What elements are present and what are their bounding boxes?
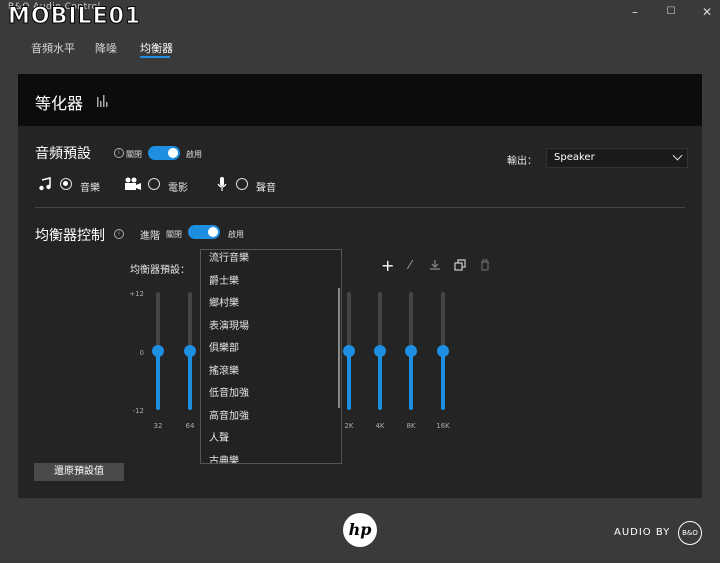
radio-voice[interactable]: [236, 178, 248, 190]
axis-label-mid: 0: [139, 349, 144, 357]
equalizer-panel: 等化器 音頻預設 i 關閉 啟用 輸出： Speaker 音樂 電影 聲音 均衡…: [18, 74, 702, 498]
slider-thumb[interactable]: [184, 345, 196, 357]
eq-toggle-off-label: 關閉: [166, 230, 182, 239]
eq-advanced-toggle[interactable]: [188, 225, 220, 239]
dropdown-option[interactable]: 低音加強: [209, 384, 249, 399]
scrollbar[interactable]: [338, 288, 340, 408]
edit-icon[interactable]: ⁄: [409, 258, 411, 272]
music-icon: [39, 177, 51, 191]
dropdown-option[interactable]: 人聲: [209, 429, 229, 444]
info-icon[interactable]: i: [114, 229, 124, 239]
reset-defaults-button[interactable]: 還原預設值: [34, 463, 124, 481]
eq-slider-32[interactable]: [152, 292, 164, 410]
eq-preset-dropdown[interactable]: 流行音樂爵士樂鄉村樂表演現場俱樂部搖滾樂低音加強高音加強人聲古典樂: [200, 249, 342, 464]
slider-fill: [378, 351, 382, 410]
watermark-logo: MOBILE01: [7, 4, 142, 30]
info-icon[interactable]: i: [114, 148, 124, 158]
radio-music[interactable]: [60, 178, 72, 190]
section-divider: [35, 207, 685, 208]
tab-noise-reduction[interactable]: 降噪: [95, 40, 117, 56]
dropdown-option[interactable]: 鄉村樂: [209, 294, 239, 309]
hp-logo: hp: [343, 513, 377, 547]
video-camera-icon: [125, 177, 141, 190]
close-button[interactable]: ✕: [697, 4, 717, 20]
freq-label-4K: 4K: [375, 422, 385, 430]
dropdown-option[interactable]: 搖滾樂: [209, 362, 239, 377]
output-select[interactable]: Speaker: [546, 148, 688, 168]
freq-label-32: 32: [153, 422, 163, 430]
eq-control-title: 均衡器控制: [35, 228, 105, 244]
maximize-button[interactable]: ☐: [661, 4, 681, 20]
freq-label-64: 64: [185, 422, 195, 430]
eq-preset-label: 均衡器預設：: [130, 265, 190, 276]
mode-label-movie: 電影: [168, 183, 188, 194]
eq-toggle-on-label: 啟用: [228, 230, 244, 239]
radio-movie[interactable]: [148, 178, 160, 190]
minimize-button[interactable]: –: [625, 4, 645, 20]
output-label: 輸出：: [507, 156, 537, 167]
slider-fill: [441, 351, 445, 410]
freq-label-16K: 16K: [436, 422, 450, 430]
axis-label-top: +12: [129, 290, 144, 298]
tab-audio-level[interactable]: 音頻水平: [31, 40, 75, 56]
axis-label-bottom: -12: [132, 407, 144, 415]
tab-equalizer[interactable]: 均衡器: [140, 40, 173, 56]
equalizer-icon: [97, 95, 108, 107]
delete-icon[interactable]: [479, 259, 491, 271]
preset-toggle-on-label: 啟用: [186, 150, 202, 159]
add-icon[interactable]: +: [381, 256, 394, 275]
dropdown-option[interactable]: 高音加強: [209, 407, 249, 422]
eq-slider-4K[interactable]: [374, 292, 386, 410]
audio-preset-title: 音頻預設: [35, 146, 91, 162]
slider-fill: [188, 351, 192, 410]
copy-icon[interactable]: [454, 259, 466, 271]
dropdown-option[interactable]: 俱樂部: [209, 339, 239, 354]
freq-label-8K: 8K: [406, 422, 416, 430]
microphone-icon: [217, 177, 227, 191]
dropdown-option[interactable]: 爵士樂: [209, 272, 239, 287]
dropdown-option[interactable]: 表演現場: [209, 317, 249, 332]
eq-slider-16K[interactable]: [437, 292, 449, 410]
panel-header: 等化器: [18, 74, 702, 126]
slider-thumb[interactable]: [343, 345, 355, 357]
audio-preset-toggle[interactable]: [148, 146, 180, 160]
title-bar: B&O Audio Control MOBILE01 – ☐ ✕: [0, 0, 720, 30]
mode-label-music: 音樂: [80, 183, 100, 194]
slider-thumb[interactable]: [437, 345, 449, 357]
active-tab-indicator: [140, 56, 170, 58]
mode-label-voice: 聲音: [256, 183, 276, 194]
audio-by-label: AUDIO BY: [614, 527, 671, 538]
eq-slider-8K[interactable]: [405, 292, 417, 410]
chevron-down-icon: [672, 150, 683, 161]
preset-toggle-off-label: 關閉: [126, 150, 142, 159]
slider-fill: [347, 351, 351, 410]
dropdown-option[interactable]: 流行音樂: [209, 250, 249, 264]
output-value: Speaker: [554, 152, 595, 163]
page-title: 等化器: [35, 94, 84, 113]
eq-slider-64[interactable]: [184, 292, 196, 410]
advanced-label: 進階: [140, 231, 160, 242]
slider-fill: [409, 351, 413, 410]
eq-slider-2K[interactable]: [343, 292, 355, 410]
slider-thumb[interactable]: [374, 345, 386, 357]
slider-fill: [156, 351, 160, 410]
download-icon[interactable]: [429, 259, 441, 271]
slider-thumb[interactable]: [405, 345, 417, 357]
tab-bar: 音頻水平 降噪 均衡器: [0, 36, 720, 62]
bo-logo: B&O: [678, 521, 702, 545]
dropdown-option[interactable]: 古典樂: [209, 452, 239, 464]
slider-thumb[interactable]: [152, 345, 164, 357]
